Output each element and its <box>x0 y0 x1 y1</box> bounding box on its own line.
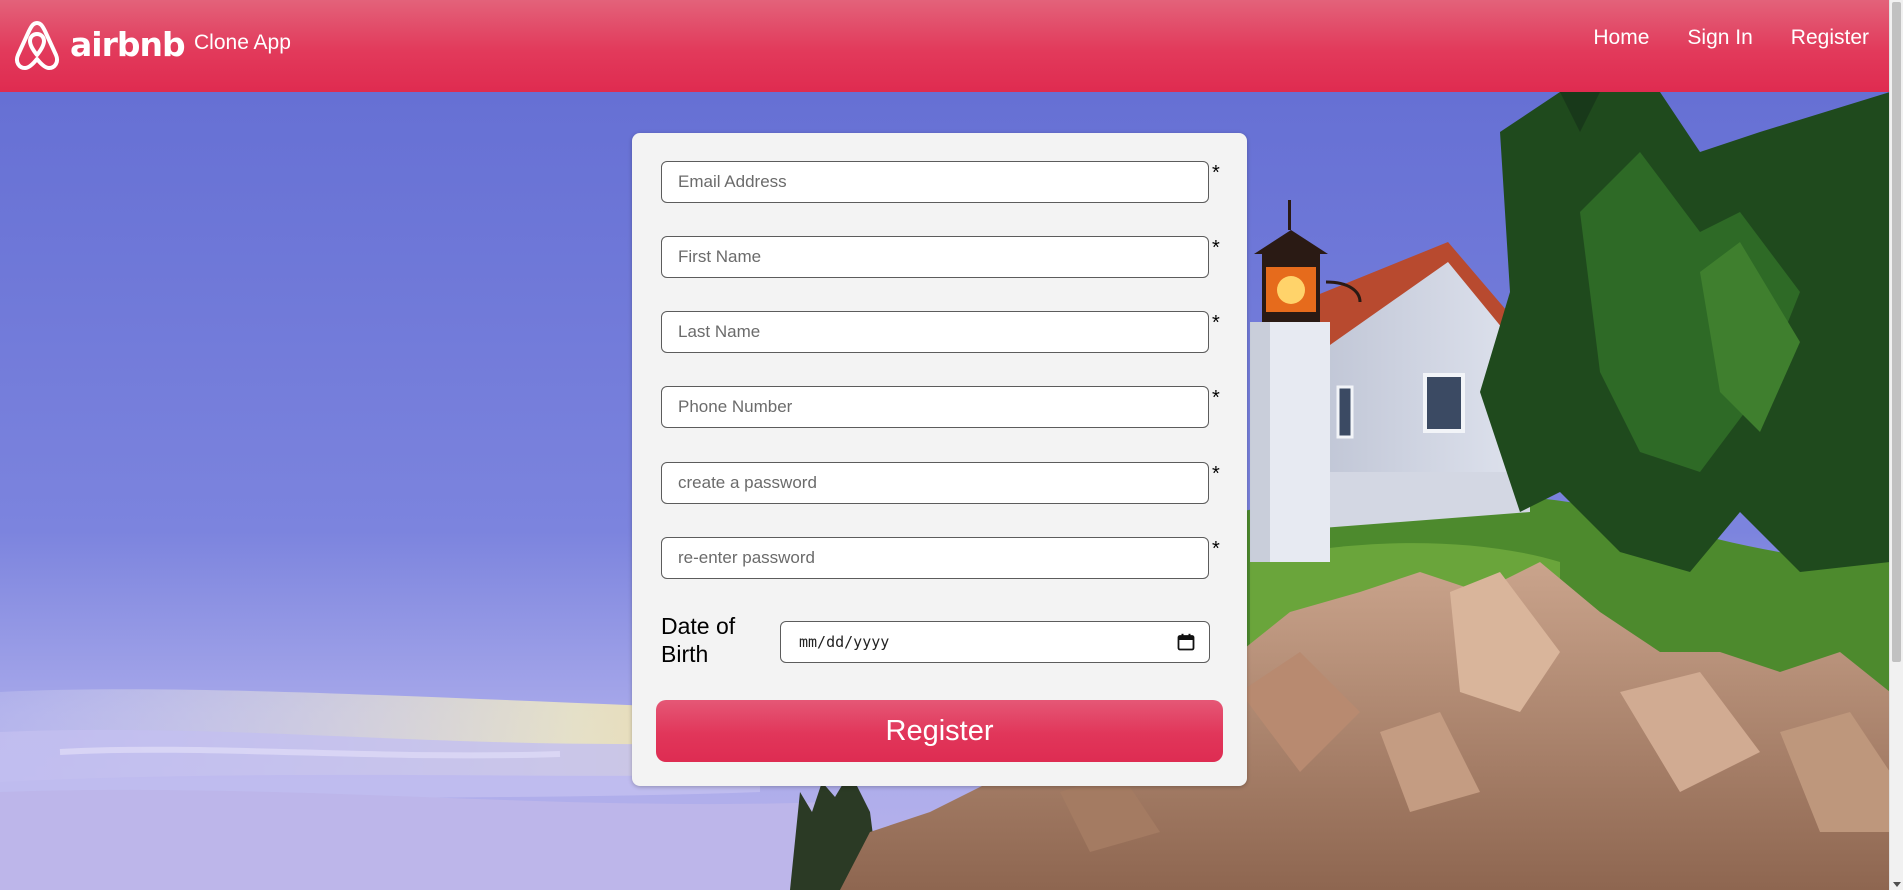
last-name-field[interactable] <box>661 311 1209 353</box>
scroll-down-arrow-icon[interactable] <box>1893 882 1901 887</box>
airbnb-logo[interactable]: airbnb <box>14 19 186 71</box>
required-asterisk: * <box>1212 463 1220 485</box>
confirm-password-row: * <box>661 537 1221 579</box>
first-name-field[interactable] <box>661 236 1209 278</box>
dob-label: Date of Birth <box>661 613 736 667</box>
first-name-row: * <box>661 236 1221 278</box>
required-asterisk: * <box>1212 237 1220 259</box>
logo-text: airbnb <box>70 24 186 64</box>
page-scrollbar[interactable] <box>1889 0 1903 890</box>
confirm-password-field[interactable] <box>661 537 1209 579</box>
required-asterisk: * <box>1212 162 1220 184</box>
phone-field[interactable] <box>661 386 1209 428</box>
last-name-row: * <box>661 311 1221 353</box>
calendar-icon[interactable] <box>1177 633 1195 651</box>
phone-row: * <box>661 386 1221 428</box>
nav-sign-in-link[interactable]: Sign In <box>1687 26 1752 50</box>
nav-links: Home Sign In Register <box>1555 26 1869 50</box>
required-asterisk: * <box>1212 312 1220 334</box>
app-name: Clone App <box>194 31 291 54</box>
required-asterisk: * <box>1212 387 1220 409</box>
dob-date-input[interactable]: mm/dd/yyyy <box>780 621 1210 663</box>
registration-form: * * * * * * Date of Birth mm/dd/yyyy <box>632 133 1247 786</box>
required-asterisk: * <box>1212 538 1220 560</box>
nav-register-link[interactable]: Register <box>1791 26 1869 50</box>
airbnb-logo-icon <box>14 21 60 70</box>
dob-value: mm/dd/yyyy <box>799 633 890 651</box>
password-row: * <box>661 462 1221 504</box>
password-field[interactable] <box>661 462 1209 504</box>
page: airbnb Clone App Home Sign In Register E… <box>0 0 1903 890</box>
register-button[interactable]: Register <box>656 700 1223 762</box>
email-field[interactable] <box>661 161 1209 203</box>
top-navbar: airbnb Clone App Home Sign In Register <box>0 0 1890 92</box>
scrollbar-thumb[interactable] <box>1892 2 1901 662</box>
nav-home-link[interactable]: Home <box>1593 26 1649 50</box>
email-row: * <box>661 161 1221 203</box>
